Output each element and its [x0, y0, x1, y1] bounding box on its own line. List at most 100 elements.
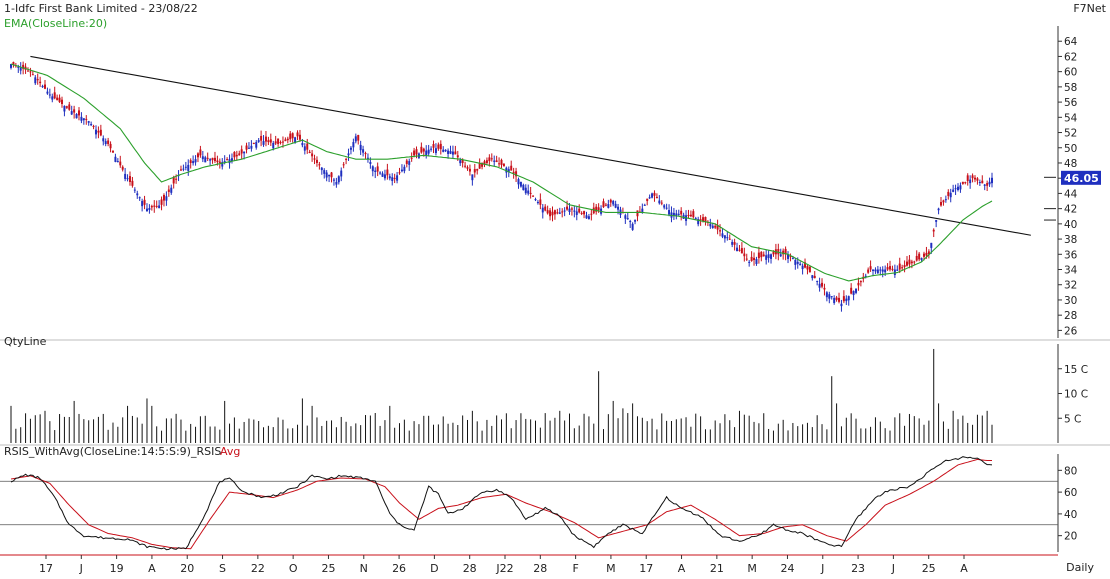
candle-body [381, 173, 384, 177]
candle [121, 165, 124, 172]
candle [451, 145, 454, 159]
candle-body [148, 208, 151, 210]
candle-body [959, 185, 962, 190]
candle-body [733, 242, 736, 245]
candle [279, 140, 282, 145]
candle [847, 295, 850, 306]
candle-body [313, 158, 316, 160]
candle [473, 163, 476, 178]
candle-body [58, 97, 61, 103]
candle [757, 246, 760, 264]
rsi-title: RSIS_WithAvg(CloseLine:14:5:S:9)_RSIS [4, 445, 221, 458]
candle [818, 277, 821, 292]
candle-body [369, 162, 372, 164]
candle [124, 167, 127, 182]
candle-body [340, 170, 343, 177]
candle-body [947, 191, 950, 196]
candle [799, 261, 802, 266]
x-tick-label: S [219, 562, 226, 575]
candle-body [90, 123, 93, 126]
candle-body [150, 205, 153, 208]
candle-body [260, 135, 263, 141]
candle [104, 138, 107, 147]
candle [77, 107, 80, 121]
candle-body [757, 252, 760, 259]
candle [913, 260, 916, 265]
candle-body [170, 187, 173, 193]
candle-body [306, 143, 309, 150]
candle [575, 205, 578, 221]
candle-body [808, 266, 811, 273]
candle [801, 263, 804, 275]
candle-body [184, 166, 187, 168]
price-y-tick-label: 56 [1064, 97, 1078, 109]
candle-body [556, 212, 559, 214]
candle [311, 149, 314, 162]
candle-body [570, 208, 573, 210]
price-y-tick-label: 44 [1064, 188, 1078, 200]
candle-body [447, 150, 450, 154]
chart-canvas: 1-Idfc First Bank Limited - 23/08/22 F7Ne… [0, 2, 1110, 575]
candle [97, 126, 100, 139]
candle [590, 209, 593, 221]
candle-body [97, 130, 100, 133]
candle-body [323, 170, 326, 174]
candle [73, 105, 76, 119]
candle [903, 260, 906, 273]
candle [624, 213, 627, 224]
candle [498, 157, 501, 167]
candle-body [29, 71, 32, 73]
candle-body [136, 193, 139, 196]
candle [247, 142, 250, 149]
candle [974, 175, 977, 183]
candle [92, 124, 95, 130]
candle-body [347, 153, 350, 156]
candle-body [357, 135, 360, 141]
candle [111, 150, 114, 154]
candle-body [277, 138, 280, 144]
candle [240, 145, 243, 160]
candle [952, 184, 955, 193]
candle-body [816, 280, 819, 282]
candle [947, 189, 950, 200]
candle-body [226, 159, 229, 161]
candle-body [558, 212, 561, 214]
candle [609, 198, 612, 207]
candle-body [920, 258, 923, 260]
price-y-tick-label: 62 [1064, 51, 1077, 63]
candle [670, 206, 673, 223]
candle-body [961, 181, 964, 184]
candle [260, 130, 263, 147]
candle [830, 296, 833, 300]
candle [267, 136, 270, 145]
candle-body [898, 263, 901, 270]
candle-body [874, 269, 877, 272]
candle-body [364, 153, 367, 155]
candle-body [269, 139, 272, 143]
candle [153, 200, 156, 213]
candle-body [114, 156, 117, 162]
candle [736, 242, 739, 252]
candle [155, 200, 158, 209]
candle [728, 234, 731, 241]
candle-body [264, 136, 267, 142]
volume-y-tick-label: 10 C [1064, 389, 1088, 401]
candle [612, 199, 615, 207]
candle-body [286, 138, 289, 141]
x-tick-label: M [747, 562, 757, 575]
candle-body [702, 217, 705, 221]
candle-body [842, 296, 845, 302]
candle-body [56, 97, 59, 101]
candle [505, 166, 508, 178]
candle [502, 163, 505, 167]
candle [206, 152, 209, 161]
candle [204, 155, 207, 163]
candle-body [189, 160, 192, 163]
candle-body [439, 143, 442, 150]
candle-body [753, 257, 756, 260]
candle-body [653, 192, 656, 196]
candle-body [857, 282, 860, 286]
candle-body [604, 204, 607, 206]
candle-body [116, 161, 119, 163]
candle [313, 154, 316, 165]
